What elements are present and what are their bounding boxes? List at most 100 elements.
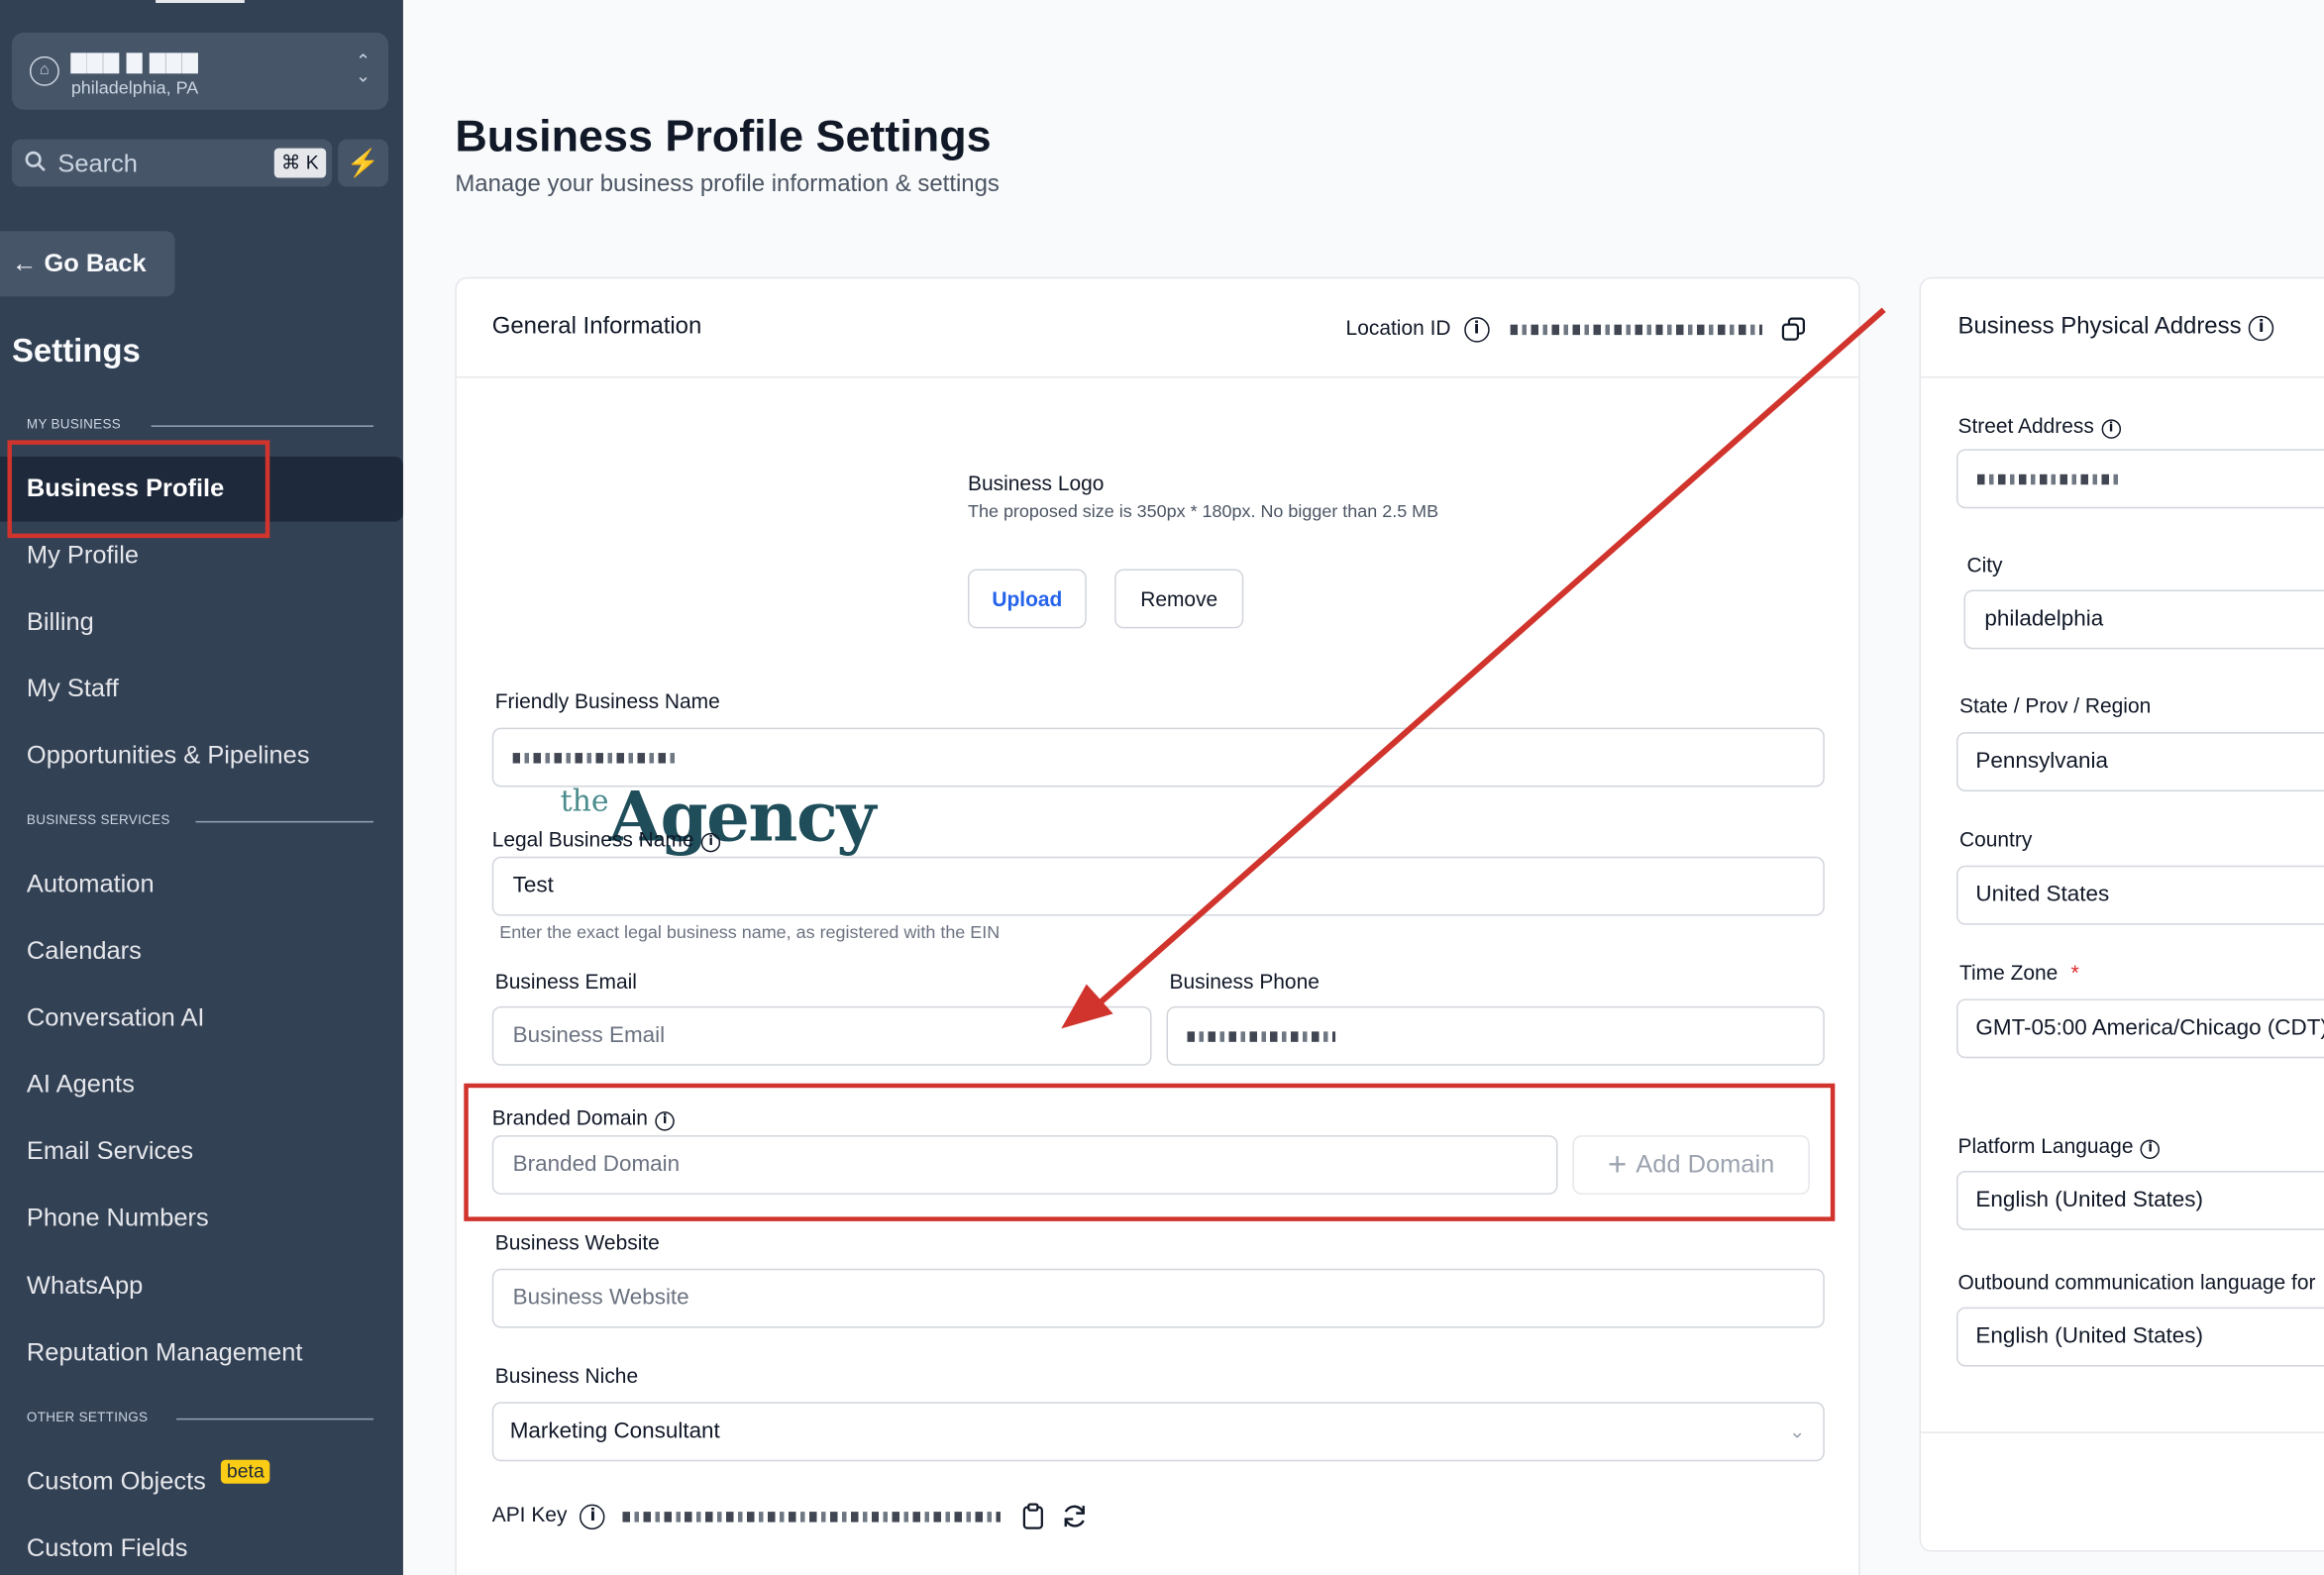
info-icon[interactable]: i [580, 1504, 606, 1529]
top-indicator [156, 0, 245, 3]
sidebar-item-custom-objects[interactable]: Custom Objects [27, 1467, 206, 1497]
logo-text-the: the [560, 782, 609, 818]
email-label: Business Email [494, 969, 637, 994]
sidebar-item-billing[interactable]: Billing [27, 607, 94, 637]
niche-value: Marketing Consultant [509, 1418, 720, 1444]
sidebar-item-conversation-ai[interactable]: Conversation AI [27, 1003, 205, 1033]
logo-hint: The proposed size is 350px * 180px. No b… [968, 500, 1439, 522]
clipboard-icon[interactable] [1021, 1503, 1045, 1529]
annotation-box-business-profile [7, 440, 270, 539]
street-label-row: Street Address i [1957, 413, 2121, 439]
city-label: City [1966, 553, 2003, 578]
card-title: General Information [491, 314, 702, 340]
search-shortcut: ⌘ K [273, 148, 327, 178]
phone-input[interactable] [1166, 1005, 1825, 1066]
legal-name-input[interactable]: Test [491, 856, 1825, 916]
required-asterisk: * [2070, 960, 2079, 985]
location-switcher[interactable]: ⌂ ▇▇▇ ▇ ▇▇▇ philadelphia, PA ⌃ ⌄ [11, 32, 389, 110]
info-icon[interactable]: i [2249, 315, 2274, 342]
copy-icon[interactable] [1779, 316, 1806, 343]
sidebar-item-opportunities[interactable]: Opportunities & Pipelines [27, 741, 310, 771]
location-subtitle: philadelphia, PA [70, 76, 199, 98]
info-icon[interactable]: i [700, 832, 721, 853]
beta-badge: beta [220, 1459, 270, 1484]
address-card-title: Business Physical Address [1957, 314, 2242, 340]
sidebar-item-custom-fields[interactable]: Custom Fields [27, 1534, 188, 1564]
phone-value-redacted [1187, 1030, 1336, 1042]
sidebar-item-whatsapp[interactable]: WhatsApp [27, 1272, 143, 1302]
sidebar-item-email-services[interactable]: Email Services [27, 1137, 193, 1167]
legal-name-label: Legal Business Name [491, 826, 694, 851]
section-business-services: BUSINESS SERVICES [26, 811, 170, 827]
section-my-business: MY BUSINESS [26, 416, 122, 432]
street-value-redacted [1976, 473, 2119, 484]
business-address-card: Business Physical Address i Street Addres… [1919, 276, 2324, 1552]
location-name: ▇▇▇ ▇ ▇▇▇ [70, 50, 199, 73]
info-icon[interactable]: i [1463, 317, 1490, 343]
street-input[interactable] [1955, 449, 2324, 509]
sidebar-item-automation[interactable]: Automation [27, 870, 155, 899]
location-icon: ⌂ [29, 55, 59, 86]
upload-button[interactable]: Upload [968, 569, 1087, 629]
api-key-label: API Key [491, 1502, 568, 1526]
chevron-down-icon: ⌄ [1789, 1419, 1806, 1442]
location-id-label: Location ID [1345, 315, 1451, 340]
sidebar-item-calendars[interactable]: Calendars [27, 937, 142, 967]
friendly-name-label: Friendly Business Name [494, 688, 720, 713]
sidebar: ⌂ ▇▇▇ ▇ ▇▇▇ philadelphia, PA ⌃ ⌄ Search ⌘… [0, 0, 403, 1575]
platform-language-label-row: Platform Language i [1957, 1133, 2161, 1160]
annotation-box-branded-domain [464, 1083, 1836, 1221]
timezone-label: Time Zone [1958, 960, 2059, 985]
refresh-icon[interactable] [1060, 1502, 1090, 1531]
logo-label: Business Logo [968, 471, 1105, 495]
search-bar[interactable]: Search ⌘ K [11, 139, 333, 187]
legal-name-hint: Enter the exact legal business name, as … [499, 921, 1001, 943]
info-icon[interactable]: i [2140, 1139, 2161, 1160]
street-label: Street Address [1957, 413, 2094, 438]
legal-name-label-row: Legal Business Name i [491, 826, 721, 853]
friendly-name-value-redacted [512, 752, 677, 763]
country-label: Country [1958, 826, 2033, 851]
address-card-title-row: Business Physical Address i [1957, 314, 2274, 342]
sidebar-item-my-staff[interactable]: My Staff [27, 675, 119, 704]
city-input[interactable]: philadelphia [1963, 589, 2324, 650]
settings-title: Settings [11, 332, 141, 369]
timezone-select[interactable]: GMT-05:00 America/Chicago (CDT) [1955, 998, 2324, 1059]
sidebar-item-phone-numbers[interactable]: Phone Numbers [27, 1204, 209, 1233]
chevron-updown-icon: ⌃ ⌄ [355, 50, 371, 86]
page-title: Business Profile Settings [455, 112, 992, 162]
api-key-value-redacted [622, 1511, 1002, 1522]
platform-language-label: Platform Language [1957, 1133, 2134, 1158]
general-information-card: General Information Location ID i theAge… [455, 276, 1860, 1575]
website-input[interactable]: Business Website [491, 1268, 1825, 1328]
phone-label: Business Phone [1169, 969, 1320, 994]
card-header-divider [1921, 376, 2324, 378]
sidebar-item-my-profile[interactable]: My Profile [27, 541, 139, 571]
card-header-divider [456, 376, 1859, 378]
state-label: State / Prov / Region [1958, 693, 2152, 718]
section-divider [195, 820, 374, 823]
sidebar-item-ai-agents[interactable]: AI Agents [27, 1070, 135, 1100]
niche-select[interactable]: Marketing Consultant ⌄ [491, 1402, 1825, 1462]
remove-button[interactable]: Remove [1114, 569, 1244, 629]
go-back-button[interactable]: ← Go Back [0, 231, 175, 297]
page-subtitle: Manage your business profile information… [455, 171, 1000, 197]
location-id-value-redacted [1510, 324, 1762, 335]
platform-language-select[interactable]: English (United States) [1955, 1170, 2324, 1230]
niche-label: Business Niche [494, 1363, 639, 1388]
outbound-language-select[interactable]: English (United States) [1955, 1307, 2324, 1367]
quick-actions-bolt-icon[interactable]: ⚡ [338, 139, 389, 187]
info-icon[interactable]: i [2101, 419, 2121, 439]
timezone-label-row: Time Zone * [1959, 961, 2079, 985]
main-content: Business Profile Settings Manage your bu… [402, 0, 2324, 1575]
arrow-left-icon: ← [11, 249, 38, 277]
email-input[interactable]: Business Email [491, 1005, 1152, 1066]
section-divider [176, 1418, 374, 1420]
country-select[interactable]: United States [1955, 865, 2324, 925]
state-input[interactable]: Pennsylvania [1955, 732, 2324, 791]
go-back-label: Go Back [44, 249, 147, 277]
api-key-row: API Key i [492, 1502, 1090, 1531]
friendly-name-input[interactable] [491, 727, 1825, 788]
sidebar-item-reputation[interactable]: Reputation Management [27, 1338, 303, 1368]
section-divider [151, 425, 374, 427]
